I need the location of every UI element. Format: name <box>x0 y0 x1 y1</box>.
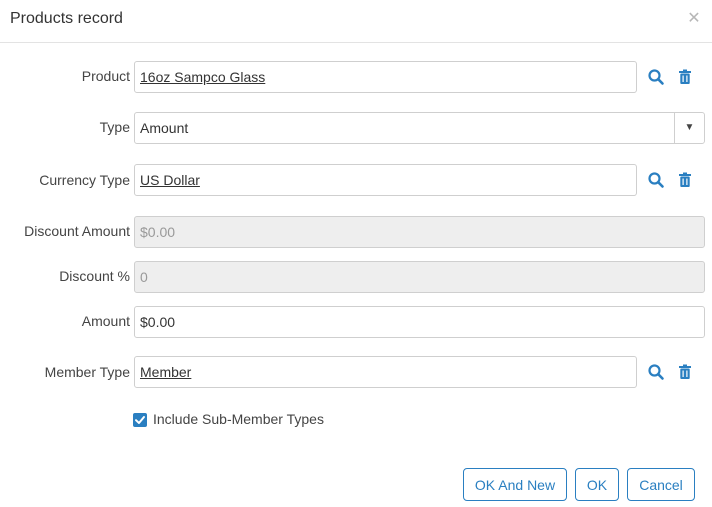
discount-amount-label: Discount Amount <box>24 223 130 239</box>
cancel-button[interactable]: Cancel <box>627 468 695 501</box>
member-type-search-icon[interactable] <box>647 363 665 381</box>
currency-search-icon[interactable] <box>647 171 665 189</box>
type-value: Amount <box>140 120 189 136</box>
discount-percent-label: Discount % <box>59 268 130 284</box>
close-icon[interactable]: ✕ <box>684 10 704 30</box>
dialog-title: Products record <box>10 10 123 27</box>
ok-button[interactable]: OK <box>575 468 619 501</box>
member-type-field[interactable]: Member <box>134 356 637 388</box>
product-field[interactable]: 16oz Sampco Glass <box>134 61 637 93</box>
product-label: Product <box>81 68 130 84</box>
check-icon <box>135 416 145 424</box>
member-type-label: Member Type <box>44 364 130 380</box>
discount-percent-field: 0 <box>134 261 705 293</box>
discount-amount-value: $0.00 <box>140 224 176 240</box>
discount-percent-value: 0 <box>140 269 148 285</box>
type-select[interactable]: Amount ▼ <box>134 112 705 144</box>
include-sub-member-types-label[interactable]: Include Sub-Member Types <box>153 411 324 427</box>
currency-type-value[interactable]: US Dollar <box>140 172 200 188</box>
amount-input[interactable]: $0.00 <box>134 306 705 338</box>
currency-type-field[interactable]: US Dollar <box>134 164 637 196</box>
ok-and-new-button[interactable]: OK And New <box>463 468 567 501</box>
discount-amount-field: $0.00 <box>134 216 705 248</box>
currency-trash-icon[interactable] <box>676 171 694 189</box>
dialog-header: Products record ✕ <box>0 0 712 43</box>
caret-down-icon[interactable]: ▼ <box>674 113 704 143</box>
amount-label: Amount <box>81 313 130 329</box>
product-value[interactable]: 16oz Sampco Glass <box>140 69 265 85</box>
type-label: Type <box>99 119 130 135</box>
products-record-dialog: Products record ✕ Product 16oz Sampco Gl… <box>0 0 712 507</box>
member-type-trash-icon[interactable] <box>676 363 694 381</box>
member-type-value[interactable]: Member <box>140 364 191 380</box>
currency-type-label: Currency Type <box>39 172 130 188</box>
product-trash-icon[interactable] <box>676 68 694 86</box>
product-search-icon[interactable] <box>647 68 665 86</box>
include-sub-member-types-checkbox[interactable] <box>133 413 147 427</box>
amount-value[interactable]: $0.00 <box>140 314 175 330</box>
